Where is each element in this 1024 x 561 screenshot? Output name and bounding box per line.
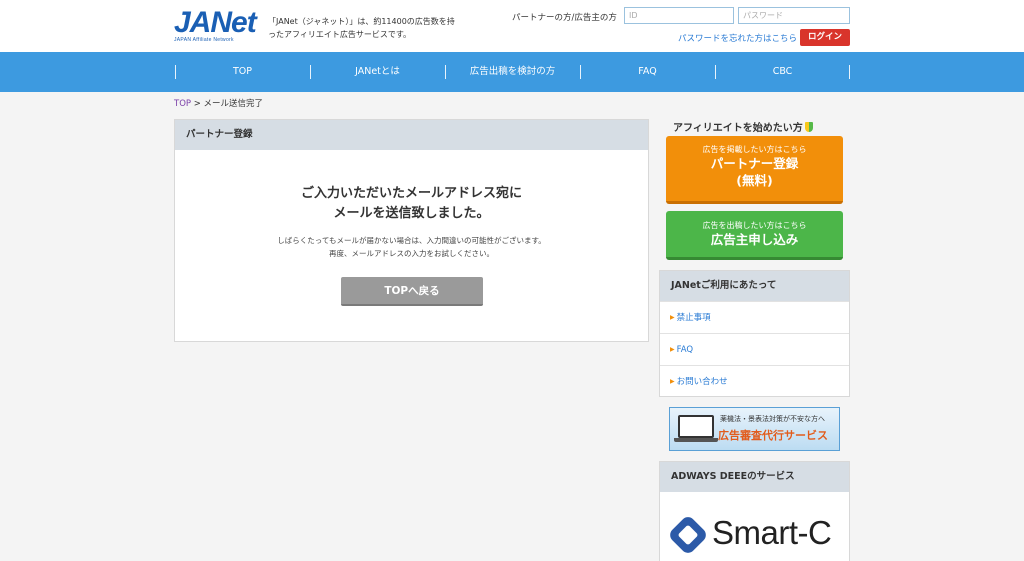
message-line-1: ご入力いただいたメールアドレス宛に xyxy=(300,186,522,201)
note-line-1: しばらくたってもメールが届かない場合は、入力間違いの可能性がございます。 xyxy=(277,236,546,245)
affiliate-start-label: アフィリエイトを始めたい方 xyxy=(673,123,803,134)
id-input[interactable] xyxy=(624,7,734,24)
breadcrumb-home-link[interactable]: TOP xyxy=(174,99,191,109)
sidebar-link-contact[interactable]: ▶ お問い合わせ xyxy=(660,365,849,397)
password-input[interactable] xyxy=(738,7,850,24)
partner-signup-label: パートナー登録 xyxy=(710,156,799,171)
janet-logo[interactable]: JANet JAPAN Affiliate Network xyxy=(174,6,257,44)
sidebar-link-faq[interactable]: ▶ FAQ xyxy=(660,333,849,365)
site-intro: 「JANet（ジャネット）」は、約11400の広告数を持 ったアフィリエイト広告… xyxy=(268,15,468,41)
smart-c-icon xyxy=(667,514,709,556)
affiliate-start-heading: アフィリエイトを始めたい方 xyxy=(673,119,813,134)
intro-line-1: 「JANet（ジャネット）」は、約11400の広告数を持 xyxy=(268,17,455,26)
note-line-2: 再度、メールアドレスの入力をお試しください。 xyxy=(329,249,494,258)
sidebar-link-label: FAQ xyxy=(676,345,694,355)
advertiser-apply-label: 広告主申し込み xyxy=(710,232,799,247)
usage-info-title: JANetご利用にあたって xyxy=(660,271,849,301)
advertiser-apply-caption: 広告を出稿したい方はこちら xyxy=(702,221,807,230)
smart-c-wordmark: Smart-C xyxy=(712,514,832,551)
arrow-right-icon: ▶ xyxy=(670,314,675,321)
nav-item-top[interactable]: TOP xyxy=(175,52,310,92)
adways-services-title: ADWAYS DEEEのサービス xyxy=(660,462,849,492)
partner-signup-button[interactable]: 広告を掲載したい方はこちら パートナー登録 (無料) xyxy=(666,136,843,204)
login-button[interactable]: ログイン xyxy=(800,29,850,46)
nav-divider xyxy=(849,65,850,79)
ad-review-banner[interactable]: 薬機法・景表法対策が不安な方へ 広告審査代行サービス xyxy=(669,407,840,451)
main-nav: TOP JANetとは 広告出稿を検討の方 FAQ CBC xyxy=(0,52,1024,92)
beginner-mark-icon xyxy=(804,122,813,132)
completion-note: しばらくたってもメールが届かない場合は、入力間違いの可能性がございます。 再度、… xyxy=(175,234,648,260)
sidebar-link-prohibited[interactable]: ▶ 禁止事項 xyxy=(660,301,849,333)
partner-signup-free: (無料) xyxy=(736,173,773,188)
intro-line-2: ったアフィリエイト広告サービスです。 xyxy=(268,30,412,39)
login-label: パートナーの方/広告主の方 xyxy=(512,13,617,23)
sidebar-link-label: 禁止事項 xyxy=(676,313,711,323)
site-header: JANet JAPAN Affiliate Network 「JANet（ジャネ… xyxy=(0,0,1024,52)
arrow-right-icon: ▶ xyxy=(670,346,675,353)
nav-item-cbc[interactable]: CBC xyxy=(715,52,850,92)
arrow-right-icon: ▶ xyxy=(670,378,675,385)
nav-item-about[interactable]: JANetとは xyxy=(310,52,445,92)
advertiser-apply-button[interactable]: 広告を出稿したい方はこちら 広告主申し込み xyxy=(666,211,843,260)
breadcrumb-separator: > xyxy=(193,99,201,109)
panel-title: パートナー登録 xyxy=(175,120,648,150)
adways-services-box: ADWAYS DEEEのサービス Smart-C xyxy=(659,461,850,561)
nav-item-faq[interactable]: FAQ xyxy=(580,52,715,92)
banner-title: 広告審査代行サービス xyxy=(718,429,828,442)
logo-mark: JANet xyxy=(174,6,257,39)
breadcrumb-current: メール送信完了 xyxy=(203,99,264,109)
banner-tagline: 薬機法・景表法対策が不安な方へ xyxy=(720,415,825,423)
completion-panel: パートナー登録 ご入力いただいたメールアドレス宛に メールを送信致しました。 し… xyxy=(174,119,649,342)
nav-item-advertisers[interactable]: 広告出稿を検討の方 xyxy=(445,52,580,92)
sidebar-link-label: お問い合わせ xyxy=(676,377,728,387)
back-to-top-button[interactable]: TOPへ戻る xyxy=(341,277,483,306)
message-line-2: メールを送信致しました。 xyxy=(333,206,490,221)
forgot-password-link[interactable]: パスワードを忘れた方はこちら xyxy=(678,32,797,44)
laptop-icon xyxy=(674,415,718,442)
usage-info-box: JANetご利用にあたって ▶ 禁止事項 ▶ FAQ ▶ お問い合わせ xyxy=(659,270,850,397)
breadcrumb: TOP > メール送信完了 xyxy=(174,97,263,109)
partner-signup-caption: 広告を掲載したい方はこちら xyxy=(702,145,807,154)
completion-message: ご入力いただいたメールアドレス宛に メールを送信致しました。 xyxy=(175,184,648,224)
